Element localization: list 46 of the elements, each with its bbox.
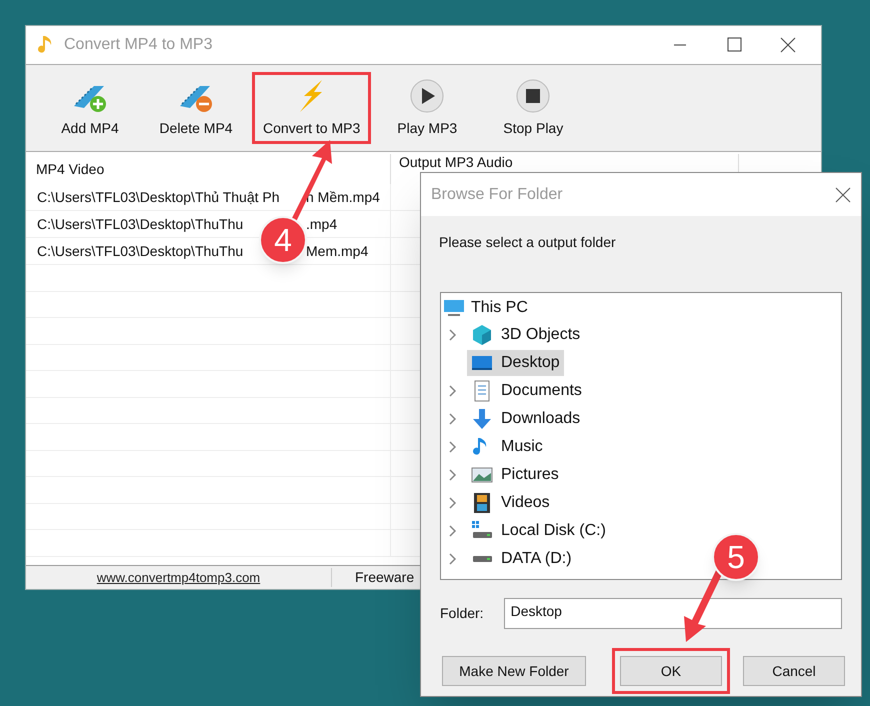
window-title: Convert MP4 to MP3 [64, 35, 212, 55]
tree-item[interactable]: Desktop [467, 350, 564, 376]
website-link[interactable]: www.convertmp4tomp3.com [96, 568, 260, 588]
table-cell-text: .mp4 [306, 214, 338, 234]
tree-item[interactable]: Downloads [467, 406, 584, 432]
cube-icon [471, 324, 493, 346]
folder-label: Folder: [440, 604, 484, 623]
chevron-icon[interactable] [449, 329, 457, 341]
toolbar-button[interactable]: Add MP4 [40, 72, 140, 144]
toolbar-button[interactable]: Stop Play [483, 72, 584, 144]
chevron-icon[interactable] [449, 497, 457, 509]
play-icon [409, 78, 446, 114]
table-cell-text: Mem.mp4 [306, 242, 368, 261]
toolbar-button[interactable]: Convert to MP3 [252, 72, 372, 144]
dialog-button[interactable]: Make New Folder [442, 656, 586, 686]
tree-item[interactable]: Pictures [467, 462, 563, 488]
tree-item[interactable]: 3D Objects [467, 322, 584, 348]
dialog-title: Browse For Folder [431, 184, 564, 204]
tree-item[interactable]: DATA (D:) [467, 546, 576, 572]
table-cell-text: C:\Users\TFL03\Desktop\Thủ Thuật Ph [37, 188, 281, 207]
drive-icon [471, 555, 493, 563]
chevron-icon[interactable] [449, 469, 457, 481]
chevron-icon[interactable] [449, 413, 457, 425]
film-icon [471, 492, 493, 514]
folder-field[interactable]: Desktop [504, 598, 842, 629]
dialog-button[interactable]: OK [620, 656, 722, 686]
monitor-icon [443, 297, 465, 319]
dialog-button[interactable]: Cancel [743, 656, 845, 686]
toolbar-button[interactable]: Delete MP4 [146, 72, 246, 144]
tree-item[interactable]: Videos [467, 490, 554, 516]
tree-item[interactable]: This PC [441, 295, 841, 321]
close-icon[interactable] [835, 186, 851, 202]
toolbar-button[interactable]: Play MP3 [377, 72, 478, 144]
dialog-prompt: Please select a output folder [439, 233, 617, 252]
tree-item[interactable]: Music [467, 434, 547, 460]
table-cell-text: C:\Users\TFL03\Desktop\ThuThu [37, 242, 244, 261]
chevron-icon[interactable] [449, 385, 457, 397]
chevron-icon[interactable] [449, 525, 457, 537]
chevron-icon[interactable] [449, 441, 457, 453]
stop-icon [515, 78, 552, 114]
chevron-icon[interactable] [449, 553, 457, 565]
tree-item[interactable]: Local Disk (C:) [467, 518, 610, 544]
table-cell-text: C:\Users\TFL03\Desktop\ThuThu [37, 214, 244, 234]
status-text: Freeware [355, 568, 414, 587]
download-arrow-icon [471, 408, 493, 430]
tree-item[interactable]: Documents [467, 378, 586, 404]
